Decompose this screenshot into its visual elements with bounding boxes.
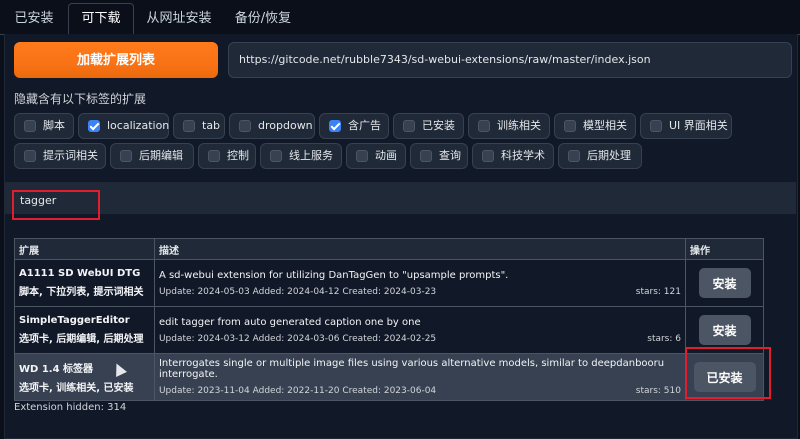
tag-checkbox[interactable]: [208, 150, 220, 162]
tag-checkbox[interactable]: [329, 120, 341, 132]
extension-meta: Update: 2024-03-12 Added: 2024-03-06 Cre…: [159, 334, 681, 344]
tag-label: 已安装: [422, 119, 455, 132]
extension-cell: A1111 SD WebUI DTG 脚本, 下拉列表, 提示词相关: [14, 259, 155, 307]
tag-checkbox[interactable]: [482, 150, 494, 162]
tag-chip-science[interactable]: 科技学术: [472, 143, 554, 169]
tag-label: 后期处理: [587, 149, 631, 162]
install-button[interactable]: 安装: [698, 268, 751, 298]
tag-label: 科技学术: [501, 149, 545, 162]
tag-checkbox[interactable]: [650, 120, 662, 132]
tag-chip-dropdown[interactable]: dropdown: [229, 113, 315, 139]
tag-label: 模型相关: [583, 119, 627, 132]
tag-chip-editing[interactable]: 后期编辑: [110, 143, 194, 169]
extension-description: edit tagger from auto generated caption …: [158, 316, 421, 328]
tag-chip-localization[interactable]: localization: [78, 113, 169, 139]
tag-chip-models[interactable]: 模型相关: [554, 113, 636, 139]
action-cell: 安装: [685, 259, 764, 307]
extension-table: 扩展 描述 操作 A1111 SD WebUI DTG 脚本, 下拉列表, 提示…: [14, 238, 764, 401]
tag-label: 查询: [439, 149, 461, 162]
tag-checkbox[interactable]: [403, 120, 415, 132]
table-row: A1111 SD WebUI DTG 脚本, 下拉列表, 提示词相关 A sd-…: [14, 259, 764, 307]
extension-cell: WD 1.4 标签器 选项卡, 训练相关, 已安装: [14, 353, 155, 401]
extension-hidden-count: Extension hidden: 314: [14, 402, 127, 413]
tag-checkbox[interactable]: [24, 150, 36, 162]
tag-checkbox[interactable]: [356, 150, 368, 162]
tag-label: UI 界面相关: [669, 119, 728, 132]
column-header-action: 操作: [685, 238, 764, 260]
tab-install-from-url[interactable]: 从网址安装: [138, 4, 220, 34]
tag-checkbox[interactable]: [239, 120, 251, 132]
tag-chip-ads[interactable]: 含广告: [319, 113, 389, 139]
hide-tags-label: 隐藏含有以下标签的扩展: [14, 92, 147, 106]
tag-chip-query[interactable]: 查询: [410, 143, 468, 169]
table-row: WD 1.4 标签器 选项卡, 训练相关, 已安装 Interrogates s…: [14, 353, 764, 401]
extension-tags: 选项卡, 训练相关, 已安装: [19, 383, 134, 394]
description-cell: edit tagger from auto generated caption …: [153, 306, 687, 354]
action-cell: 安装: [685, 306, 764, 354]
tag-chip-script[interactable]: 脚本: [14, 113, 74, 139]
tag-checkbox[interactable]: [24, 120, 36, 132]
tag-label: tab: [202, 119, 221, 132]
tab-backup-restore[interactable]: 备份/恢复: [226, 4, 300, 34]
tag-checkbox[interactable]: [420, 150, 432, 162]
tag-chip-online[interactable]: 线上服务: [260, 143, 342, 169]
tag-chip-prompting[interactable]: 提示词相关: [14, 143, 106, 169]
extension-cell: SimpleTaggerEditor 选项卡, 后期编辑, 后期处理: [14, 306, 155, 354]
tag-label: 线上服务: [289, 149, 333, 162]
extension-index-url-input[interactable]: [228, 42, 792, 78]
tag-label: localization: [107, 119, 170, 132]
load-extension-list-button[interactable]: 加载扩展列表: [14, 42, 218, 78]
tab-available[interactable]: 可下载: [68, 3, 134, 35]
column-header-description: 描述: [153, 238, 687, 260]
tag-chip-ui[interactable]: UI 界面相关: [640, 113, 732, 139]
tag-chip-tab[interactable]: tab: [173, 113, 225, 139]
extension-stars: stars: 510: [635, 386, 681, 396]
extension-stars: stars: 121: [635, 286, 681, 297]
extension-tags: 选项卡, 后期编辑, 后期处理: [19, 334, 144, 345]
install-button[interactable]: 安装: [698, 315, 751, 345]
tag-label: 动画: [375, 149, 397, 162]
tag-chip-manipulations[interactable]: 控制: [198, 143, 256, 169]
tag-checkbox[interactable]: [120, 150, 132, 162]
tag-label: 含广告: [348, 119, 381, 132]
extension-description: Interrogates single or multiple image fi…: [158, 358, 665, 380]
tab-installed[interactable]: 已安装: [8, 4, 60, 34]
tag-chip-training[interactable]: 训练相关: [468, 113, 550, 139]
action-cell: 已安装: [685, 353, 764, 401]
extension-stars: stars: 6: [647, 333, 681, 344]
tag-chip-postprocessing[interactable]: 后期处理: [558, 143, 642, 169]
extension-search-input[interactable]: [16, 188, 98, 212]
tag-checkbox[interactable]: [478, 120, 490, 132]
tag-checkbox[interactable]: [270, 150, 282, 162]
extension-name-link[interactable]: SimpleTaggerEditor: [19, 315, 150, 326]
extension-description: A sd-webui extension for utilizing DanTa…: [158, 269, 509, 281]
tag-label: 训练相关: [497, 119, 541, 132]
tag-label: 控制: [227, 149, 249, 162]
extension-meta: Update: 2024-05-03 Added: 2024-04-12 Cre…: [159, 287, 681, 297]
tag-checkbox[interactable]: [183, 120, 195, 132]
extension-name-link[interactable]: A1111 SD WebUI DTG: [19, 268, 150, 279]
tag-label: 提示词相关: [43, 149, 98, 162]
extension-tags: 脚本, 下拉列表, 提示词相关: [19, 287, 144, 298]
extension-meta: Update: 2023-11-04 Added: 2022-11-20 Cre…: [159, 386, 681, 396]
tag-checkbox[interactable]: [568, 150, 580, 162]
extension-dates: Update: 2024-05-03 Added: 2024-04-12 Cre…: [158, 286, 437, 297]
description-cell: A sd-webui extension for utilizing DanTa…: [153, 259, 687, 307]
tag-label: 脚本: [43, 119, 65, 132]
description-cell: Interrogates single or multiple image fi…: [153, 353, 687, 401]
search-bar: [4, 182, 796, 214]
tag-checkbox[interactable]: [88, 120, 100, 132]
tag-label: 后期编辑: [139, 149, 183, 162]
tag-checkbox[interactable]: [564, 120, 576, 132]
column-header-extension: 扩展: [14, 238, 155, 260]
extension-dates: Update: 2023-11-04 Added: 2022-11-20 Cre…: [158, 386, 437, 396]
tag-label: dropdown: [258, 119, 313, 132]
extension-dates: Update: 2024-03-12 Added: 2024-03-06 Cre…: [158, 333, 437, 344]
extension-name-link[interactable]: WD 1.4 标签器: [19, 360, 150, 375]
tag-chip-installed[interactable]: 已安装: [393, 113, 464, 139]
installed-button[interactable]: 已安装: [693, 362, 756, 392]
table-row: SimpleTaggerEditor 选项卡, 后期编辑, 后期处理 edit …: [14, 306, 764, 354]
tab-bar: 已安装 可下载 从网址安装 备份/恢复: [0, 0, 800, 35]
tag-chip-animation[interactable]: 动画: [346, 143, 406, 169]
